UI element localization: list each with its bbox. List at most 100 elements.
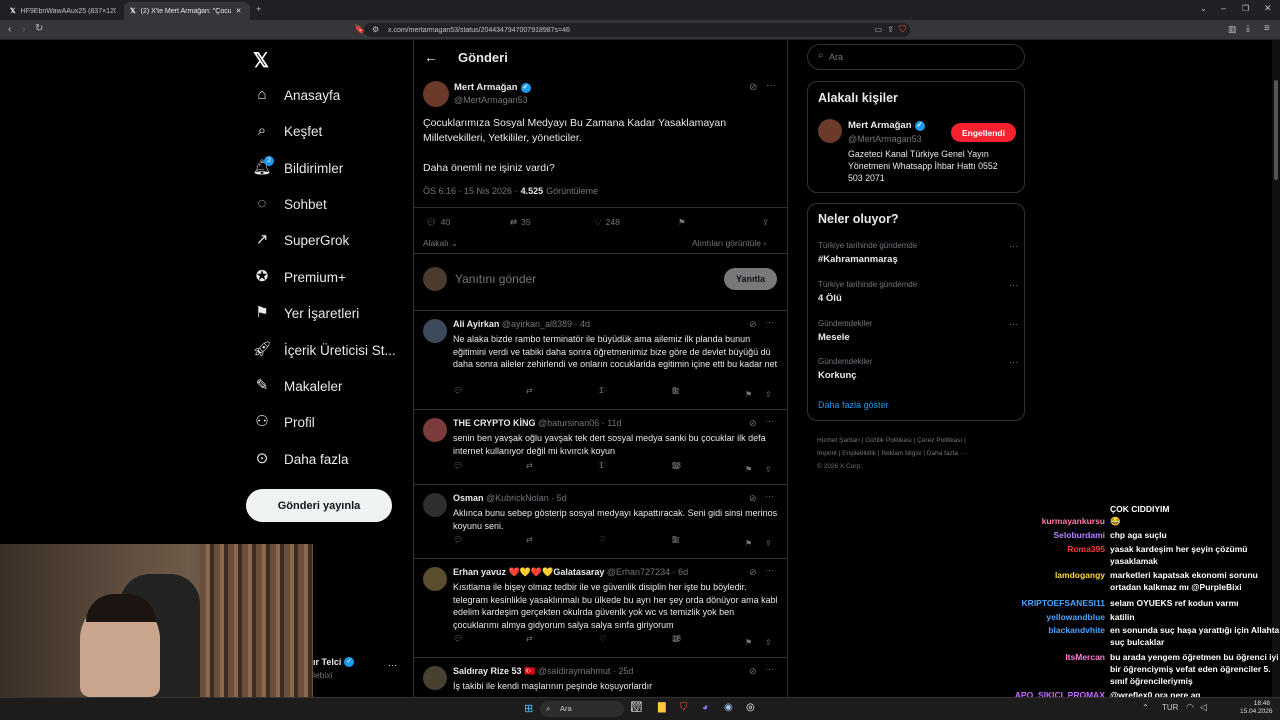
site-info-icon[interactable]: ⚙ bbox=[372, 25, 379, 34]
post-author[interactable]: Mert Armağan ✓ bbox=[454, 82, 531, 93]
clock[interactable]: 18:48 15.04.2026 bbox=[1240, 700, 1273, 716]
reply-item[interactable]: Saldıray Rize 53 🇹🇷 @saldiraymahmut · 25… bbox=[413, 657, 788, 697]
browser-tab[interactable]: 𝕏 HF9EbnWawAAux25 (837×1205) bbox=[4, 2, 122, 20]
sidebar-item-4[interactable]: ↗ SuperGrok bbox=[252, 226, 350, 254]
sidebar-icon[interactable]: ▥ bbox=[1228, 24, 1237, 35]
chat-username[interactable]: kurmayankursu bbox=[1010, 515, 1105, 527]
sidebar-item-8[interactable]: ✎ Makaleler bbox=[252, 372, 343, 400]
search-box[interactable]: ⌕ Ara bbox=[807, 44, 1025, 70]
more-icon[interactable]: ··· bbox=[1009, 280, 1018, 290]
chat-username[interactable]: Roma395 bbox=[1010, 543, 1105, 555]
like-button[interactable]: ♡ 248 bbox=[594, 217, 620, 228]
tray-chevron-icon[interactable]: ⌃ bbox=[1142, 703, 1149, 712]
more-icon[interactable]: ··· bbox=[765, 491, 774, 501]
screen-icon[interactable]: ▭ bbox=[874, 25, 882, 34]
share-icon[interactable]: ⇪ bbox=[762, 217, 769, 228]
lang-indicator[interactable]: TUR bbox=[1162, 703, 1178, 712]
blocked-button[interactable]: Engellendi bbox=[951, 123, 1016, 142]
maximize-icon[interactable]: ❐ bbox=[1242, 4, 1249, 13]
sidebar-item-9[interactable]: ⚇ Profil bbox=[252, 408, 315, 436]
windows-start-icon[interactable]: ⊞ bbox=[524, 702, 533, 715]
trend-item[interactable]: Türkiye tarihinde gündemde 4 Ölü ··· bbox=[818, 280, 1018, 310]
steam-icon[interactable]: ◉ bbox=[724, 702, 733, 713]
sort-dropdown[interactable]: Alakalı ⌄ bbox=[423, 238, 458, 249]
trend-item[interactable]: Gündemdekiler Mesele ··· bbox=[818, 319, 1018, 349]
browser-tab-active[interactable]: 𝕏 (2) X'te Mert Armağan: "Çocukla... ✕ bbox=[124, 2, 250, 20]
brave-icon[interactable]: ⛉ bbox=[680, 702, 688, 713]
more-icon[interactable]: ··· bbox=[765, 664, 774, 674]
more-icon[interactable]: ··· bbox=[765, 317, 774, 327]
forward-icon[interactable]: › bbox=[22, 24, 25, 35]
new-tab-icon[interactable]: + bbox=[256, 4, 261, 14]
volume-icon[interactable]: ◁ bbox=[1200, 702, 1207, 713]
avatar[interactable] bbox=[818, 119, 842, 143]
grok-icon[interactable]: ⊘ bbox=[749, 319, 757, 330]
reply-author[interactable]: Saldıray Rize 53 🇹🇷 bbox=[453, 666, 535, 676]
footer-line[interactable]: Imprint | Erişilebilirlik | Reklam bilgi… bbox=[817, 447, 966, 460]
grok-icon[interactable]: ⊘ bbox=[749, 493, 757, 504]
brave-shield-icon[interactable]: ⛉ bbox=[899, 24, 906, 35]
sidebar-item-1[interactable]: ⌕ Keşfet bbox=[252, 117, 322, 145]
grok-icon[interactable]: ⊘ bbox=[749, 418, 757, 429]
chat-username[interactable]: Seloburdami bbox=[1010, 529, 1105, 541]
share-icon[interactable]: ⇪ bbox=[887, 25, 894, 34]
bookmark-icon[interactable]: ⚑ bbox=[745, 638, 752, 647]
trend-item[interactable]: Gündemdekiler Korkunç ··· bbox=[818, 357, 1018, 387]
close-icon[interactable]: ✕ bbox=[236, 7, 242, 15]
search-input[interactable]: Ara bbox=[829, 52, 843, 62]
share-icon[interactable]: ⇪ bbox=[765, 539, 772, 548]
back-icon[interactable]: ‹ bbox=[8, 24, 11, 35]
sidebar-item-7[interactable]: 🚀︎ İçerik Üreticisi St... bbox=[252, 336, 395, 364]
share-icon[interactable]: ⇪ bbox=[765, 638, 772, 647]
chat-username[interactable]: blackandvhite bbox=[1010, 624, 1105, 636]
bookmark-icon[interactable]: ⚑ bbox=[678, 217, 686, 228]
avatar[interactable] bbox=[423, 319, 447, 343]
grok-icon[interactable]: ⊘ bbox=[749, 567, 757, 578]
wifi-icon[interactable]: ◠ bbox=[1186, 702, 1194, 713]
menu-icon[interactable]: ≡ bbox=[1264, 23, 1270, 34]
reply-item[interactable]: Ali Ayirkan @ayirkan_al8389 · 4d ⊘ ··· Ne a… bbox=[413, 310, 788, 409]
avatar[interactable] bbox=[423, 493, 447, 517]
chat-username[interactable]: yellowandblue bbox=[1010, 611, 1105, 623]
reply-input[interactable]: Yanıtını gönder bbox=[455, 272, 536, 286]
discord-icon[interactable]: ◕ bbox=[702, 702, 708, 713]
chevron-down-icon[interactable]: ⌄ bbox=[1200, 4, 1207, 13]
sidebar-item-2[interactable]: 🔔︎ 2 Bildirimler bbox=[252, 154, 343, 182]
reload-icon[interactable]: ↻ bbox=[35, 23, 43, 34]
reply-button[interactable]: 💬︎ 40 bbox=[426, 217, 450, 228]
post-button[interactable]: Gönderi yayınla bbox=[246, 489, 392, 522]
grok-icon[interactable]: ⊘ bbox=[749, 82, 757, 93]
sidebar-item-6[interactable]: ⚑ Yer İşaretleri bbox=[252, 299, 359, 327]
avatar[interactable] bbox=[423, 81, 449, 107]
chat-username[interactable]: lamdogangy bbox=[1010, 569, 1105, 581]
trend-item[interactable]: Türkiye tarihinde gündemde #Kahramanmaraş… bbox=[818, 241, 1018, 271]
widgets-icon[interactable]: 🌄︎ bbox=[630, 702, 643, 713]
more-icon[interactable]: ··· bbox=[1009, 241, 1018, 251]
chat-username[interactable]: ItsMercan bbox=[1010, 651, 1105, 663]
quotes-link[interactable]: Alıntıları görüntüle › bbox=[692, 238, 766, 248]
account-name[interactable]: ır Telci ✓ bbox=[313, 657, 355, 667]
sidebar-item-10[interactable]: ⊙ Daha fazla bbox=[252, 445, 349, 473]
scrollbar-thumb[interactable] bbox=[1274, 80, 1278, 180]
more-icon[interactable]: ··· bbox=[765, 565, 774, 575]
share-icon[interactable]: ⇪ bbox=[765, 390, 772, 399]
sidebar-item-5[interactable]: ✪ Premium+ bbox=[252, 263, 346, 291]
more-icon[interactable]: ··· bbox=[388, 660, 397, 670]
folder-icon[interactable]: ▇ bbox=[658, 702, 666, 713]
avatar[interactable] bbox=[423, 418, 447, 442]
reply-author[interactable]: Erhan yavuz ❤️💛❤️💛Galatasaray bbox=[453, 567, 604, 577]
show-more-link[interactable]: Daha fazla göster bbox=[818, 400, 889, 410]
bookmark-icon[interactable]: ⚑ bbox=[745, 465, 752, 474]
avatar[interactable] bbox=[423, 567, 447, 591]
reply-item[interactable]: Erhan yavuz ❤️💛❤️💛Galatasaray @Erhan7272… bbox=[413, 558, 788, 657]
more-icon[interactable]: ··· bbox=[766, 80, 776, 91]
sidebar-item-0[interactable]: ⌂ Anasayfa bbox=[252, 81, 340, 109]
grok-icon[interactable]: ⊘ bbox=[749, 666, 757, 677]
back-arrow-icon[interactable]: ← bbox=[424, 49, 438, 65]
taskbar-search[interactable]: ⌕ Ara bbox=[540, 701, 624, 717]
reply-item[interactable]: THE CRYPTO KİNG @batursinan06 · 11d ⊘ ··· s… bbox=[413, 409, 788, 484]
avatar[interactable] bbox=[423, 666, 447, 690]
more-icon[interactable]: ··· bbox=[1009, 357, 1018, 367]
minimize-icon[interactable]: – bbox=[1221, 3, 1226, 13]
more-icon[interactable]: ··· bbox=[765, 416, 774, 426]
